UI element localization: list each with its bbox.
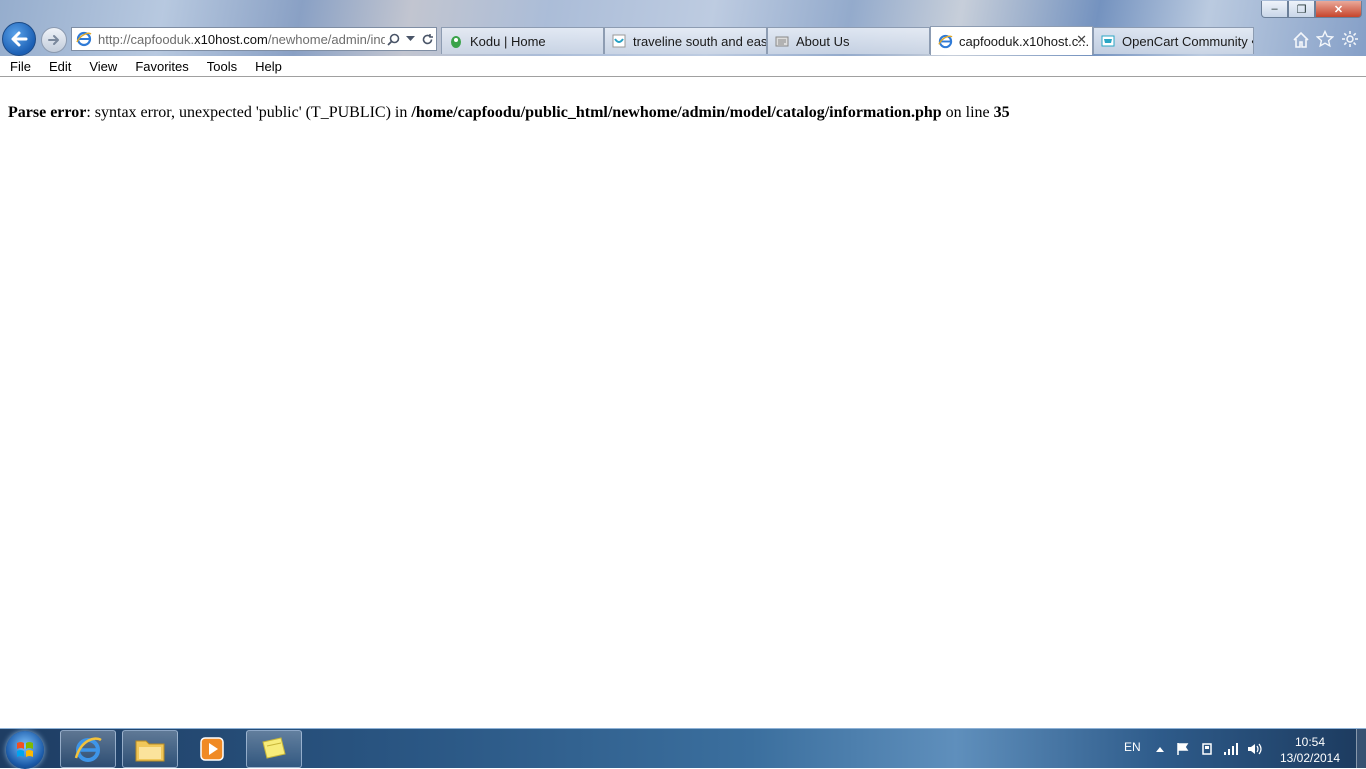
forward-button[interactable] [41, 27, 67, 53]
clock-time: 10:54 [1294, 735, 1326, 749]
folder-icon [135, 740, 165, 762]
language-indicator[interactable]: EN [1124, 740, 1141, 754]
page-content: Parse error: syntax error, unexpected 'p… [0, 77, 1366, 728]
tab-traveline[interactable]: traveline south and east... [604, 27, 767, 54]
sticky-notes-icon [262, 737, 286, 759]
tools-gear-icon[interactable] [1340, 29, 1360, 49]
tab-label: traveline south and east... [633, 33, 767, 49]
start-button[interactable] [6, 731, 44, 769]
tab-capfooduk[interactable]: capfooduk.x10host.c... ✕ [930, 26, 1093, 55]
show-hidden-icons-icon[interactable] [1152, 741, 1168, 757]
media-player-icon [200, 737, 224, 761]
php-error-message: Parse error: syntax error, unexpected 'p… [8, 104, 1010, 122]
tab-opencart[interactable]: OpenCart Community •... [1093, 27, 1254, 54]
volume-icon[interactable] [1247, 741, 1263, 757]
windows-logo-icon [17, 742, 33, 757]
close-window-button[interactable]: ✕ [1315, 1, 1362, 18]
show-desktop-button[interactable] [1356, 729, 1366, 769]
refresh-icon[interactable] [419, 30, 436, 48]
taskbar-media-player[interactable] [184, 730, 240, 768]
back-button[interactable] [2, 22, 36, 56]
address-url[interactable]: http://capfooduk.x10host.com/newhome/adm… [98, 32, 385, 47]
action-center-flag-icon[interactable] [1175, 741, 1191, 757]
minimize-button[interactable]: – [1261, 1, 1288, 18]
kodu-favicon [448, 33, 464, 49]
home-icon[interactable] [1291, 29, 1311, 49]
tab-label: Kodu | Home [470, 33, 546, 49]
ie-page-icon [76, 31, 92, 47]
browser-chrome: – ❐ ✕ http://capfooduk.x10host.com/newho… [0, 0, 1366, 56]
menu-view[interactable]: View [79, 59, 125, 74]
url-suffix: /newhome/admin/inde [267, 31, 385, 47]
taskbar: EN 10:54 13/02/2014 [0, 728, 1366, 769]
menu-help[interactable]: Help [245, 59, 290, 74]
tab-label: capfooduk.x10host.c... [959, 33, 1090, 49]
tab-label: About Us [796, 33, 850, 49]
system-clock[interactable]: 10:54 13/02/2014 [1270, 734, 1350, 766]
device-icon[interactable] [1199, 741, 1215, 757]
forward-arrow-icon [48, 35, 59, 45]
taskbar-internet-explorer[interactable] [60, 730, 116, 768]
clock-date: 13/02/2014 [1279, 751, 1341, 765]
menu-bar: File Edit View Favorites Tools Help [0, 56, 1366, 77]
page-favicon [774, 33, 790, 49]
menu-file[interactable]: File [0, 59, 39, 74]
url-domain: x10host.com [194, 31, 268, 47]
traveline-favicon [611, 33, 627, 49]
taskbar-windows-explorer[interactable] [122, 730, 178, 768]
error-label: Parse error [8, 104, 87, 121]
close-tab-icon[interactable]: ✕ [1076, 32, 1087, 48]
network-signal-icon[interactable] [1223, 741, 1239, 757]
taskbar-sticky-notes[interactable] [246, 730, 302, 768]
tab-about-us[interactable]: About Us [767, 27, 930, 54]
opencart-favicon [1100, 33, 1116, 49]
dropdown-arrow-icon[interactable] [402, 30, 419, 48]
error-line-number: 35 [993, 104, 1010, 121]
favorites-star-icon[interactable] [1315, 29, 1335, 49]
maximize-button[interactable]: ❐ [1288, 1, 1315, 18]
tab-kodu[interactable]: Kodu | Home [441, 27, 604, 54]
url-prefix: http://capfooduk. [98, 31, 195, 47]
error-text: : syntax error, unexpected 'public' (T_P… [86, 104, 412, 121]
error-path: /home/capfoodu/public_html/newhome/admin… [411, 104, 942, 121]
internet-explorer-icon [74, 737, 102, 762]
address-bar[interactable]: http://capfooduk.x10host.com/newhome/adm… [71, 27, 437, 51]
search-icon[interactable] [385, 30, 402, 48]
error-on-line: on line [941, 104, 994, 121]
tab-label: OpenCart Community •... [1122, 33, 1254, 49]
back-arrow-icon [11, 31, 28, 47]
menu-edit[interactable]: Edit [39, 59, 79, 74]
ie-favicon [937, 33, 953, 49]
menu-tools[interactable]: Tools [197, 59, 245, 74]
menu-favorites[interactable]: Favorites [125, 59, 196, 74]
